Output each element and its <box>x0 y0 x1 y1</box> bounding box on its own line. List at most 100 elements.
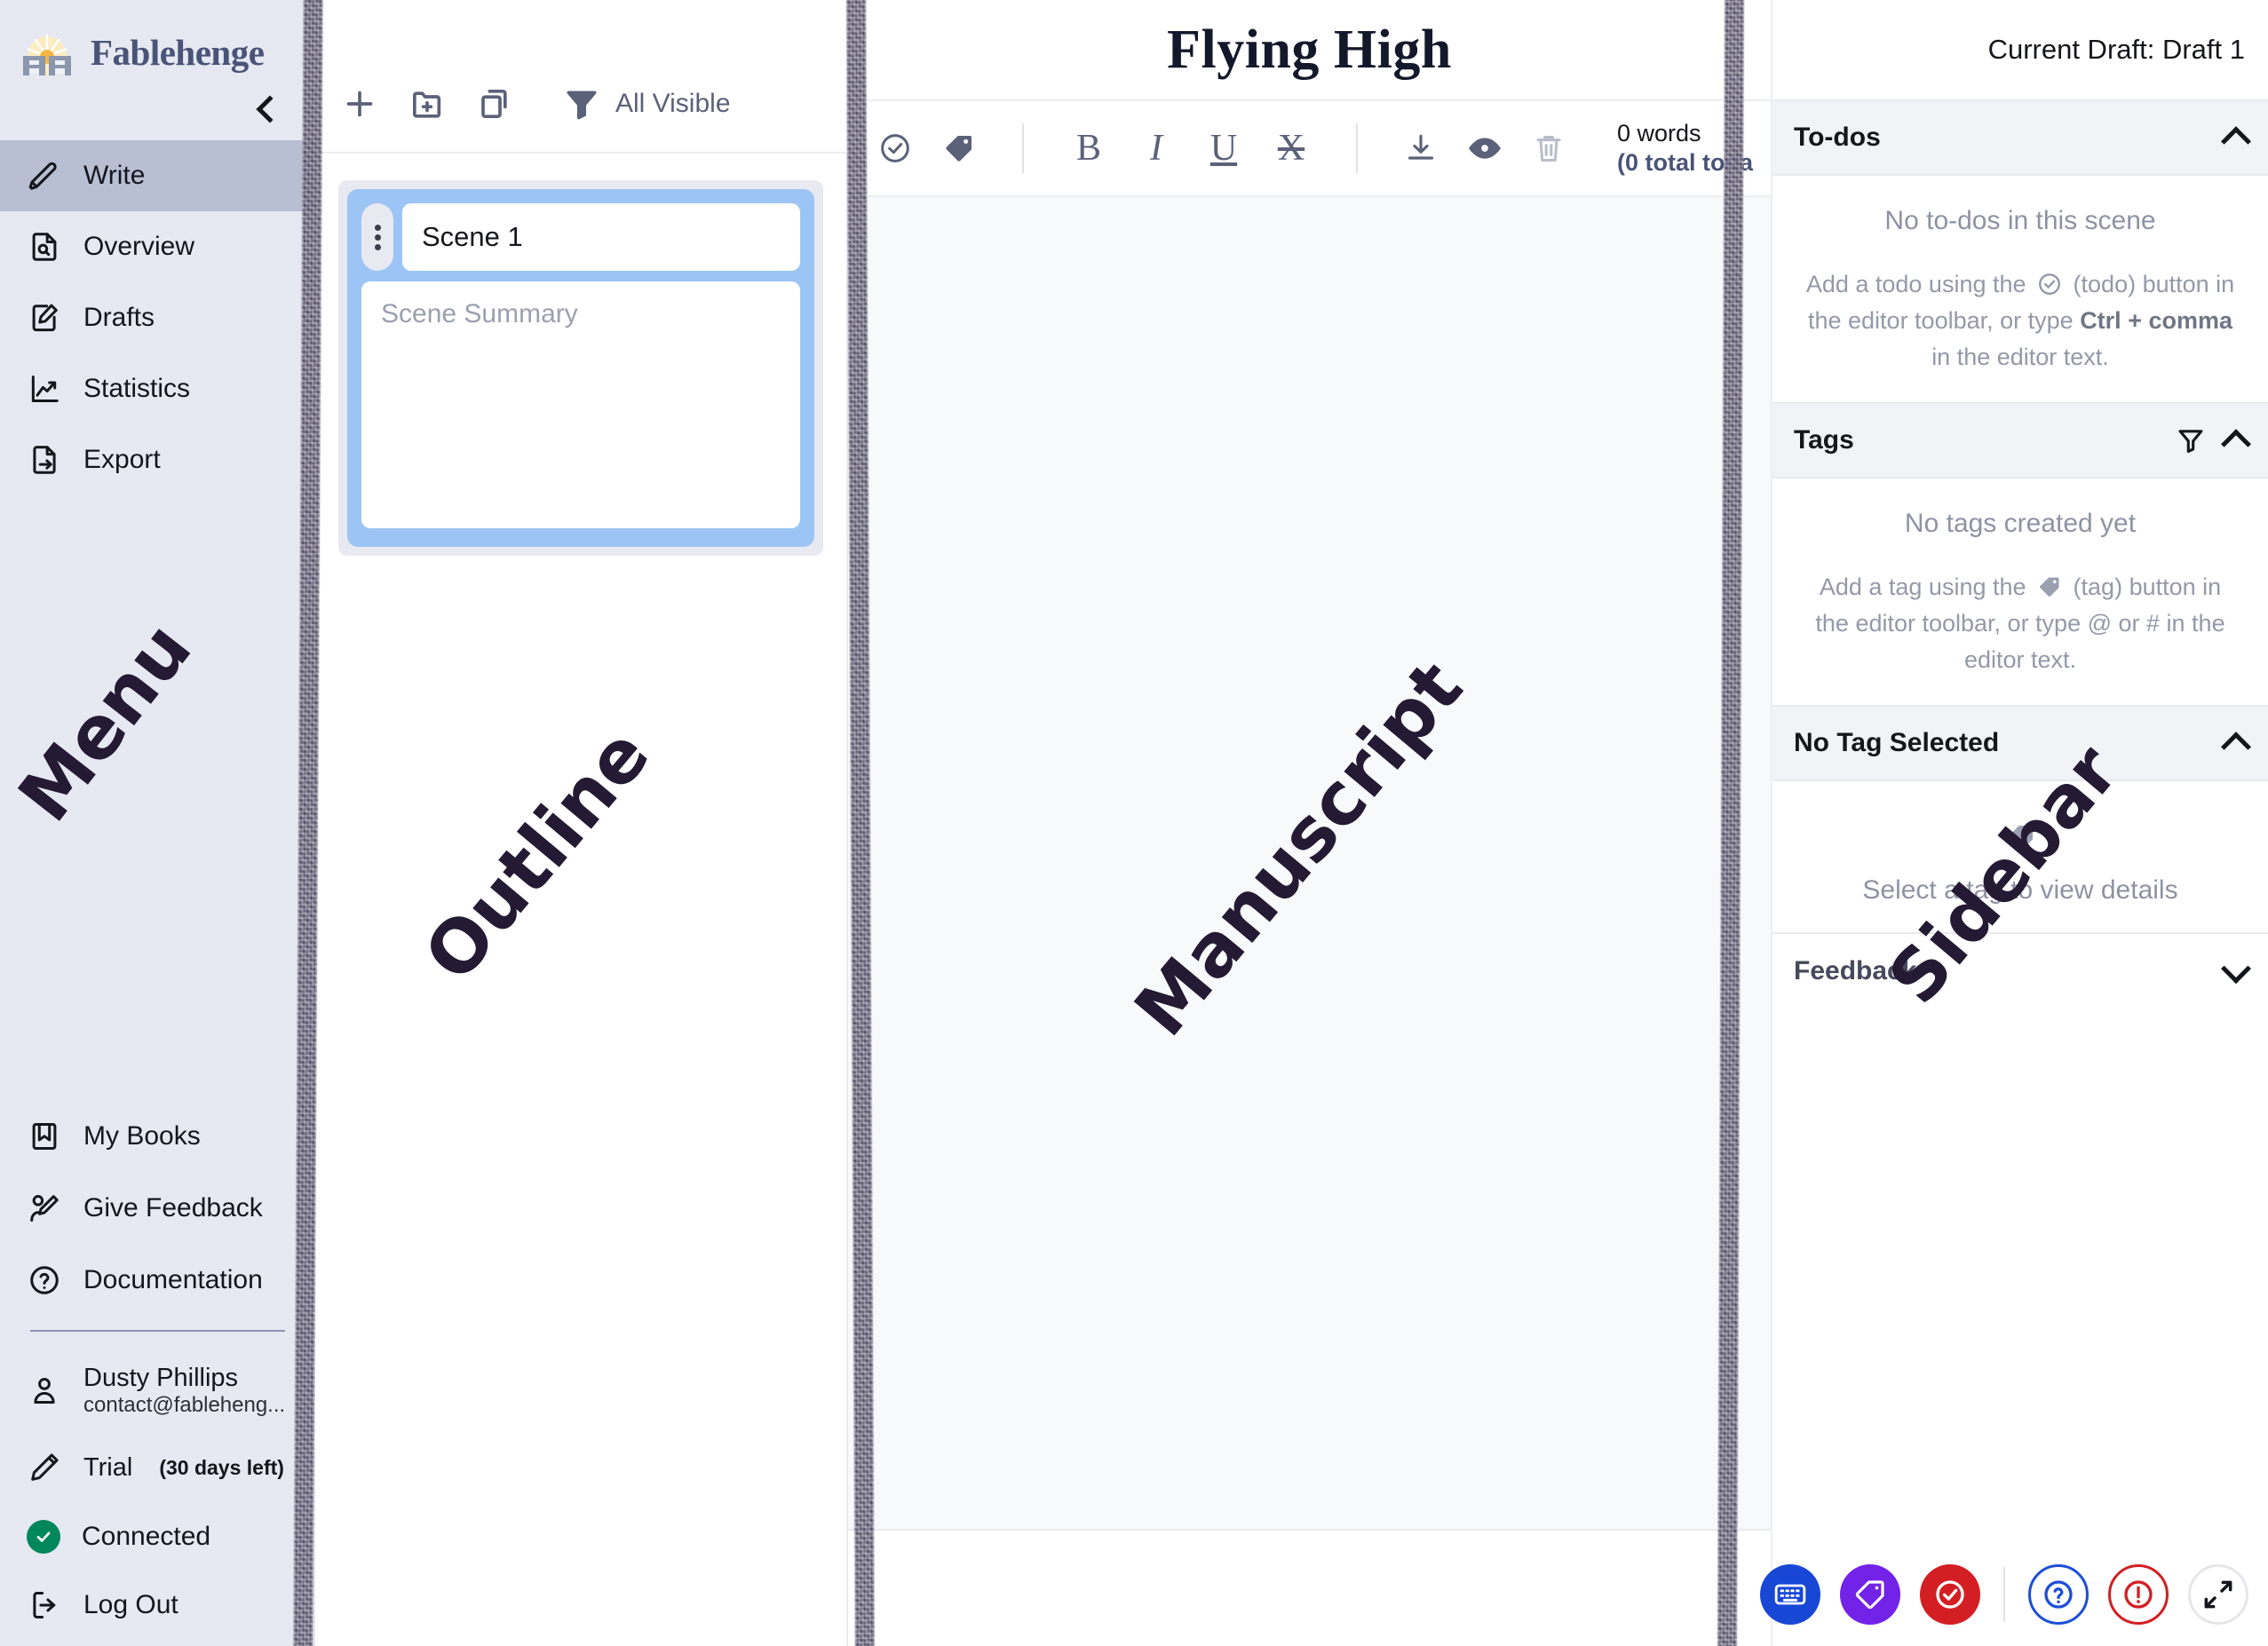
logout-row[interactable]: Log Out <box>0 1571 315 1646</box>
sidebar-divider <box>30 1330 285 1332</box>
toolbar-divider-2 <box>1356 123 1358 173</box>
todos-hint-after: in the editor text. <box>1931 344 2109 371</box>
check-circle-filled-icon <box>27 1520 60 1554</box>
alert-circle-icon <box>2124 1580 2153 1609</box>
copy-icon <box>481 90 507 118</box>
account-row[interactable]: Dusty Phillips contact@fableheng... <box>0 1348 315 1433</box>
sidebar-item-label: Statistics <box>83 374 191 403</box>
trial-status-row[interactable]: Trial (30 days left) <box>0 1433 315 1502</box>
bold-button[interactable]: B <box>1067 127 1111 170</box>
document-export-icon <box>27 442 62 478</box>
tag-button[interactable] <box>1840 1564 1900 1625</box>
sidebar-item-documentation[interactable]: Documentation <box>0 1244 315 1316</box>
account-name: Dusty Phillips <box>83 1363 239 1392</box>
page-title: Flying High <box>1167 19 1452 80</box>
tag-detail-empty-title: Select a tag to view details <box>1862 875 2178 906</box>
add-folder-button[interactable] <box>408 84 447 123</box>
brand[interactable]: Fablehenge <box>0 0 315 82</box>
line-chart-icon <box>27 371 62 407</box>
tags-empty-title: No tags created yet <box>1904 509 2137 539</box>
user-icon <box>27 1373 62 1408</box>
scene-summary-input[interactable] <box>361 281 800 528</box>
strikethrough-button[interactable]: X <box>1269 127 1313 170</box>
chevron-up-icon[interactable] <box>2221 732 2251 763</box>
delete-button[interactable] <box>1528 128 1569 169</box>
logout-arrow-icon <box>27 1587 62 1623</box>
scene-title-input[interactable] <box>402 203 800 271</box>
todo-button[interactable] <box>1920 1564 1980 1625</box>
word-count: 0 words <box>1617 120 1701 147</box>
connection-status-row: Connected <box>0 1502 315 1571</box>
sidebar-item-my-books[interactable]: My Books <box>0 1100 315 1172</box>
collapse-sidebar-button[interactable] <box>0 82 315 137</box>
todos-section-body: No to-dos in this scene Add a todo using… <box>1772 176 2268 402</box>
manuscript-editor: Flying High B I U X 0 words (0 total tod… <box>848 0 1771 1646</box>
sidebar-item-label: Give Feedback <box>83 1192 263 1223</box>
italic-button[interactable]: I <box>1134 127 1178 170</box>
document-edit-icon <box>27 300 62 336</box>
feedback-section-header[interactable]: Feedback <box>1772 932 2268 1009</box>
filter-funnel-icon <box>562 84 601 123</box>
folder-plus-icon <box>413 91 441 118</box>
primary-nav: Write Overview Drafts Statistics Export <box>0 140 315 495</box>
manuscript-text-area[interactable] <box>848 197 1771 1531</box>
chevron-up-icon[interactable] <box>2221 126 2251 157</box>
add-scene-button[interactable] <box>340 84 379 123</box>
check-circle-icon <box>2036 271 2063 297</box>
preview-button[interactable] <box>1464 128 1505 169</box>
sidebar-item-drafts[interactable]: Drafts <box>0 282 315 353</box>
sidebar-item-statistics[interactable]: Statistics <box>0 353 315 424</box>
sidebar-item-write[interactable]: Write <box>0 140 315 211</box>
sidebar-item-export[interactable]: Export <box>0 424 315 495</box>
sidebar-item-give-feedback[interactable]: Give Feedback <box>0 1172 315 1244</box>
tag-detail-section-header[interactable]: No Tag Selected <box>1772 705 2268 782</box>
tags-hint-before: Add a tag using the <box>1819 574 2026 601</box>
todo-toolbar-button[interactable] <box>875 128 916 169</box>
current-draft-label: Current Draft: Draft 1 <box>1987 34 2245 65</box>
download-button[interactable] <box>1400 128 1441 169</box>
current-draft-row[interactable]: Current Draft: Draft 1 <box>1772 0 2268 99</box>
filter-label: All Visible <box>615 89 731 118</box>
feedback-pen-icon <box>27 1191 62 1226</box>
eye-icon <box>1469 138 1501 159</box>
fullscreen-button[interactable] <box>2188 1564 2248 1625</box>
chevron-left-icon <box>256 95 284 123</box>
chevron-down-icon[interactable] <box>2221 954 2251 985</box>
drag-handle-icon[interactable] <box>361 203 393 271</box>
filter-visibility-button[interactable]: All Visible <box>562 84 731 123</box>
check-circle-icon <box>881 134 909 162</box>
underline-button[interactable]: U <box>1201 127 1246 170</box>
duplicate-button[interactable] <box>475 84 514 123</box>
keyboard-shortcuts-button[interactable] <box>1760 1564 1820 1625</box>
tag-icon <box>1855 1580 1884 1610</box>
question-circle-icon <box>2044 1580 2073 1609</box>
todos-section-header[interactable]: To-dos <box>1772 99 2268 176</box>
fab-divider <box>2003 1567 2005 1622</box>
floating-action-buttons <box>1760 1564 2248 1625</box>
sidebar-item-overview[interactable]: Overview <box>0 211 315 282</box>
book-icon <box>27 1119 62 1154</box>
sidebar-item-label: Documentation <box>83 1264 263 1294</box>
tag-detail-title: No Tag Selected <box>1794 728 2000 758</box>
sidebar-item-label: Drafts <box>83 303 155 332</box>
plus-icon <box>346 91 373 117</box>
tag-detail-section-body: Select a tag to view details <box>1772 781 2268 932</box>
report-issue-button[interactable] <box>2108 1564 2169 1625</box>
todos-hint-before: Add a todo using the <box>1805 271 2026 297</box>
todos-hint: Add a todo using the (todo) button in th… <box>1803 266 2238 376</box>
sidebar-item-label: Write <box>83 161 146 190</box>
tag-toolbar-button[interactable] <box>939 128 979 169</box>
scene-card[interactable] <box>347 189 814 547</box>
filter-funnel-icon[interactable] <box>2176 425 2206 455</box>
help-button[interactable] <box>2028 1564 2089 1625</box>
chevron-up-icon[interactable] <box>2221 429 2251 460</box>
tags-section-header[interactable]: Tags <box>1772 402 2268 479</box>
tag-filled-icon <box>2036 574 2063 600</box>
editor-footer <box>848 1531 1771 1646</box>
trial-days-left: (30 days left) <box>159 1455 284 1479</box>
sunrise-henge-logo-icon <box>20 29 75 75</box>
account-email: contact@fableheng... <box>83 1392 286 1417</box>
check-circle-icon <box>1936 1580 1964 1609</box>
sidebar-item-label: My Books <box>83 1120 201 1151</box>
